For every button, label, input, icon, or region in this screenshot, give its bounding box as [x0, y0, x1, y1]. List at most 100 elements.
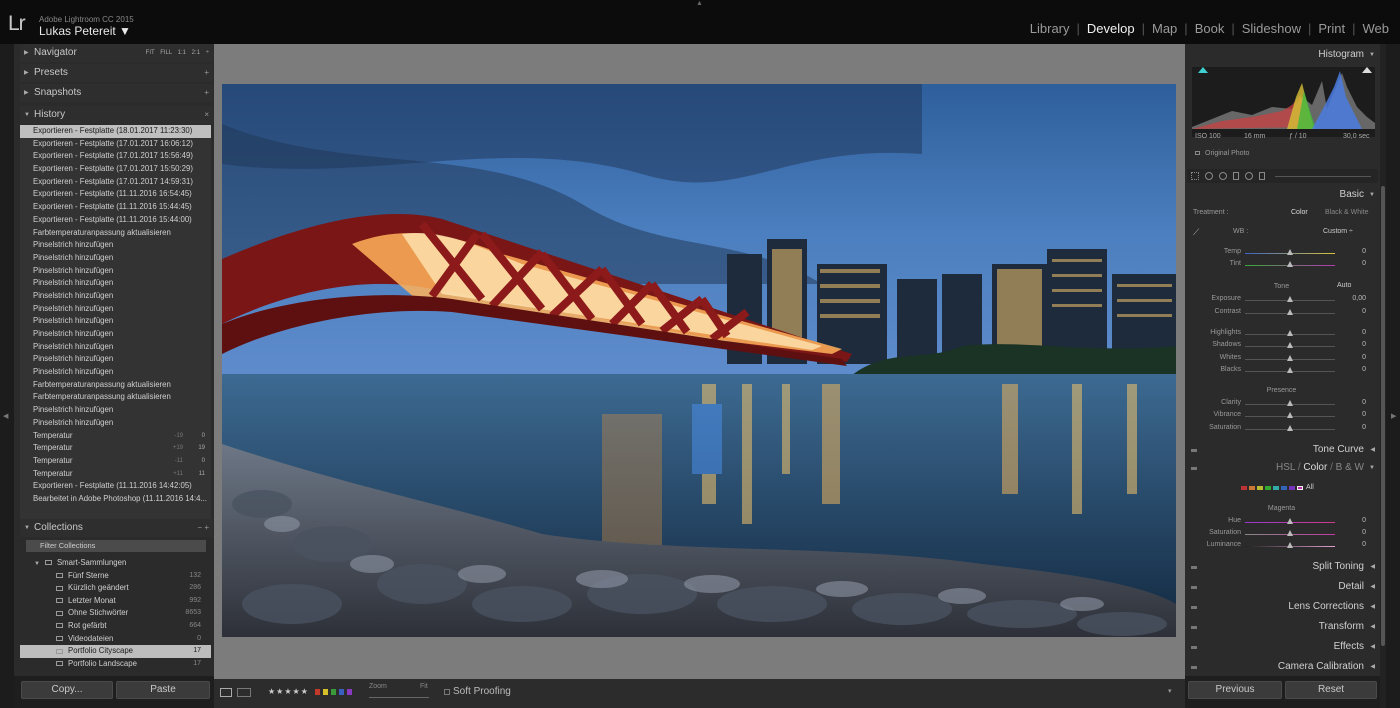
panel-switch-icon[interactable] — [1191, 606, 1197, 609]
previous-button[interactable]: Previous — [1188, 681, 1282, 699]
color-swatches[interactable]: All — [1241, 484, 1314, 491]
right-panel-scrollbar[interactable] — [1380, 44, 1386, 708]
split-toning-header[interactable]: Split Toning ◀ — [1187, 558, 1378, 576]
history-item[interactable]: Pinselstrich hinzufügen — [20, 315, 211, 328]
slider-value[interactable]: 0 — [1362, 329, 1366, 336]
color-labels[interactable] — [315, 689, 352, 695]
slider-knob[interactable] — [1287, 400, 1293, 406]
right-panel-edge[interactable]: ▶ — [1386, 44, 1400, 708]
reset-button[interactable]: Reset — [1285, 681, 1377, 699]
slider-value[interactable]: 0 — [1362, 354, 1366, 361]
slider-vibrance[interactable]: Vibrance 0 — [1185, 410, 1378, 422]
hsl-tab[interactable]: HSL — [1276, 462, 1295, 473]
purple-swatch-icon[interactable] — [1289, 485, 1295, 490]
history-item[interactable]: Temperatur +11 11 — [20, 468, 211, 481]
history-item[interactable]: Temperatur -19 0 — [20, 430, 211, 443]
filter-collections-input[interactable]: Filter Collections — [26, 540, 206, 552]
soft-proofing-checkbox[interactable] — [444, 689, 450, 695]
slider-blacks[interactable]: Blacks 0 — [1185, 365, 1378, 377]
scrollbar-thumb[interactable] — [1381, 186, 1385, 646]
history-item[interactable]: Exportieren - Festplatte (11.11.2016 14:… — [20, 480, 211, 493]
collection-item[interactable]: Fünf Sterne 132 — [20, 570, 211, 583]
red-label-icon[interactable] — [315, 689, 320, 695]
history-item[interactable]: Farbtemperaturanpassung aktualisieren — [20, 227, 211, 240]
treatment-bw[interactable]: Black & White — [1325, 209, 1369, 216]
slider-temp[interactable]: Temp 0 — [1185, 247, 1378, 259]
tone-curve-header[interactable]: Tone Curve ◀ — [1187, 441, 1378, 459]
histogram[interactable]: ISO 100 16 mm ƒ / 10 30,0 sec — [1192, 67, 1375, 140]
slider-knob[interactable] — [1287, 309, 1293, 315]
module-print[interactable]: Print — [1311, 21, 1352, 36]
panel-switch-icon[interactable] — [1191, 467, 1197, 470]
panel-switch-icon[interactable] — [1191, 449, 1197, 452]
slider-knob[interactable] — [1287, 249, 1293, 255]
module-develop[interactable]: Develop — [1080, 21, 1142, 36]
slider-whites[interactable]: Whites 0 — [1185, 353, 1378, 365]
presets-header[interactable]: ▶ Presets + — [20, 64, 213, 82]
panel-switch-icon[interactable] — [1191, 626, 1197, 629]
yellow-label-icon[interactable] — [323, 689, 328, 695]
history-item[interactable]: Pinselstrich hinzufügen — [20, 353, 211, 366]
slider-value[interactable]: 0 — [1362, 341, 1366, 348]
slider-value[interactable]: 0 — [1362, 411, 1366, 418]
history-item[interactable]: Bearbeitet in Adobe Photoshop (11.11.201… — [20, 493, 211, 506]
green-label-icon[interactable] — [331, 689, 336, 695]
history-item[interactable]: Pinselstrich hinzufügen — [20, 341, 211, 354]
detail-header[interactable]: Detail ◀ — [1187, 578, 1378, 596]
zoom-sizes[interactable]: FIT FILL 1:1 2:1 ÷ — [146, 44, 209, 62]
history-item[interactable]: Exportieren - Festplatte (11.11.2016 15:… — [20, 201, 211, 214]
module-web[interactable]: Web — [1356, 21, 1397, 36]
slider-knob[interactable] — [1287, 296, 1293, 302]
history-item[interactable]: Pinselstrich hinzufügen — [20, 252, 211, 265]
highlight-clipping-icon[interactable] — [1362, 67, 1372, 73]
slider-knob[interactable] — [1287, 342, 1293, 348]
module-slideshow[interactable]: Slideshow — [1235, 21, 1308, 36]
slider-saturation[interactable]: Saturation 0 — [1185, 423, 1378, 435]
slider-value[interactable]: 0 — [1362, 517, 1366, 524]
slider-knob[interactable] — [1287, 518, 1293, 524]
toolbar-menu-icon[interactable]: ▾ — [1168, 687, 1172, 695]
collections-header[interactable]: ▼ Collections − + — [20, 519, 213, 537]
panel-switch-icon[interactable] — [1191, 646, 1197, 649]
zoom-slider[interactable] — [369, 697, 429, 698]
purple-label-icon[interactable] — [347, 689, 352, 695]
graduated-filter-icon[interactable] — [1233, 172, 1239, 180]
slider-clarity[interactable]: Clarity 0 — [1185, 398, 1378, 410]
red-eye-icon[interactable] — [1219, 172, 1227, 180]
wb-dropdown[interactable]: Custom ÷ — [1323, 228, 1353, 235]
yellow-swatch-icon[interactable] — [1257, 485, 1263, 490]
shadow-clipping-icon[interactable] — [1198, 67, 1208, 73]
magenta-swatch-icon[interactable] — [1297, 485, 1303, 490]
collection-item[interactable]: Ohne Stichwörter 8653 — [20, 607, 211, 620]
snapshots-header[interactable]: ▶ Snapshots + — [20, 84, 213, 102]
slider-value[interactable]: 0,00 — [1352, 295, 1366, 302]
bw-tab[interactable]: B & W — [1336, 462, 1364, 473]
history-item[interactable]: Farbtemperaturanpassung aktualisieren — [20, 391, 211, 404]
slider-knob[interactable] — [1287, 425, 1293, 431]
spot-removal-icon[interactable] — [1205, 172, 1213, 180]
adjustment-brush-icon[interactable] — [1259, 172, 1265, 180]
panel-switch-icon[interactable] — [1191, 586, 1197, 589]
copy-button[interactable]: Copy... — [21, 681, 113, 699]
panel-switch-icon[interactable] — [1191, 666, 1197, 669]
history-item[interactable]: Pinselstrich hinzufügen — [20, 265, 211, 278]
before-after-icon[interactable] — [237, 688, 251, 697]
slider-value[interactable]: 0 — [1362, 529, 1366, 536]
slider-value[interactable]: 0 — [1362, 399, 1366, 406]
history-header[interactable]: ▼ History × — [20, 106, 213, 124]
slider-value[interactable]: 0 — [1362, 366, 1366, 373]
slider-knob[interactable] — [1287, 530, 1293, 536]
auto-tone-button[interactable]: Auto — [1337, 282, 1351, 289]
aqua-swatch-icon[interactable] — [1273, 485, 1279, 490]
slider-knob[interactable] — [1287, 412, 1293, 418]
paste-button[interactable]: Paste — [116, 681, 210, 699]
history-item[interactable]: Exportieren - Festplatte (17.01.2017 15:… — [20, 150, 211, 163]
treatment-color[interactable]: Color — [1291, 209, 1308, 216]
clear-history-icon[interactable]: × — [204, 106, 209, 124]
add-preset-icon[interactable]: + — [204, 64, 209, 82]
basic-header[interactable]: Basic ▼ — [1187, 186, 1378, 204]
slider-knob[interactable] — [1287, 367, 1293, 373]
collapse-right-panel-icon[interactable]: ▶ — [1391, 412, 1396, 420]
collection-item[interactable]: Portfolio Cityscape 17 — [20, 645, 211, 658]
history-item[interactable]: Pinselstrich hinzufügen — [20, 328, 211, 341]
